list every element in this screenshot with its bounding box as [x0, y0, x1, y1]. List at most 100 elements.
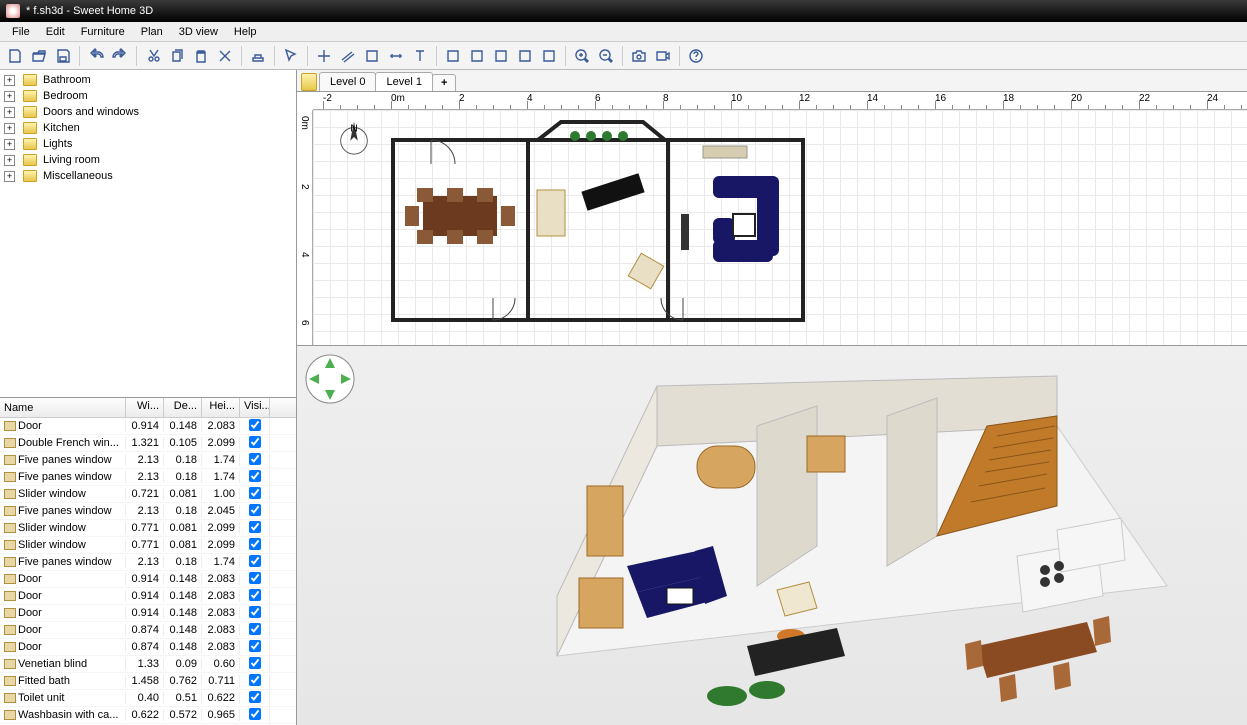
- table-row[interactable]: Fitted bath1.4580.7620.711: [0, 673, 296, 690]
- expand-icon[interactable]: +: [4, 107, 15, 118]
- col-visible[interactable]: Visi...: [240, 398, 270, 417]
- level-tab-1[interactable]: Level 1: [375, 72, 432, 91]
- copy-button[interactable]: [166, 45, 188, 67]
- cell-visible-checkbox[interactable]: [249, 453, 261, 465]
- table-row[interactable]: Slider window0.7710.0812.099: [0, 537, 296, 554]
- table-row[interactable]: Washbasin with ca...0.6220.5720.965: [0, 707, 296, 724]
- table-row[interactable]: Door0.8740.1482.083: [0, 622, 296, 639]
- photo-button[interactable]: [628, 45, 650, 67]
- menu-help[interactable]: Help: [226, 24, 265, 40]
- cell-visible-checkbox[interactable]: [249, 538, 261, 550]
- level-tab-0[interactable]: Level 0: [319, 72, 376, 91]
- paste-button[interactable]: [190, 45, 212, 67]
- cell-visible-checkbox[interactable]: [249, 708, 261, 720]
- cell-visible-checkbox[interactable]: [249, 606, 261, 618]
- catalog-living-room[interactable]: +Living room: [2, 152, 294, 168]
- view-3d[interactable]: [297, 346, 1247, 725]
- cell-visible-checkbox[interactable]: [249, 487, 261, 499]
- cell-visible-checkbox[interactable]: [249, 691, 261, 703]
- text-button[interactable]: [409, 45, 431, 67]
- cell-visible-checkbox[interactable]: [249, 572, 261, 584]
- dim-button[interactable]: [385, 45, 407, 67]
- table-row[interactable]: Door0.8740.1482.083: [0, 639, 296, 656]
- new-button[interactable]: [4, 45, 26, 67]
- cell-visible-checkbox[interactable]: [249, 504, 261, 516]
- col-name[interactable]: Name: [0, 398, 126, 417]
- cell-visible-checkbox[interactable]: [249, 674, 261, 686]
- catalog-doors-and-windows[interactable]: +Doors and windows: [2, 104, 294, 120]
- A4-button[interactable]: [514, 45, 536, 67]
- catalog-lights[interactable]: +Lights: [2, 136, 294, 152]
- expand-icon[interactable]: +: [4, 139, 15, 150]
- zoom-in-button[interactable]: [571, 45, 593, 67]
- wall-button[interactable]: [337, 45, 359, 67]
- A3-button[interactable]: [490, 45, 512, 67]
- folder-icon: [23, 122, 37, 134]
- video-button[interactable]: [652, 45, 674, 67]
- table-row[interactable]: Door0.9140.1482.083: [0, 605, 296, 622]
- menu-3d-view[interactable]: 3D view: [171, 24, 226, 40]
- table-row[interactable]: Venetian blind1.330.090.60: [0, 656, 296, 673]
- open-button[interactable]: [28, 45, 50, 67]
- pan-button[interactable]: [313, 45, 335, 67]
- zoom-out-button[interactable]: [595, 45, 617, 67]
- table-row[interactable]: Slider window0.7710.0812.099: [0, 520, 296, 537]
- catalog-bedroom[interactable]: +Bedroom: [2, 88, 294, 104]
- cell-visible-checkbox[interactable]: [249, 640, 261, 652]
- cell-height: 1.74: [202, 556, 240, 568]
- catalog-miscellaneous[interactable]: +Miscellaneous: [2, 168, 294, 184]
- table-row[interactable]: Door0.9140.1482.083: [0, 588, 296, 605]
- table-row[interactable]: Double French win...1.3210.1052.099: [0, 435, 296, 452]
- furniture-catalog-tree[interactable]: +Bathroom+Bedroom+Doors and windows+Kitc…: [0, 70, 296, 397]
- room-button[interactable]: [361, 45, 383, 67]
- menu-edit[interactable]: Edit: [38, 24, 73, 40]
- level-locked-icon[interactable]: [301, 73, 317, 91]
- table-row[interactable]: Toilet unit0.400.510.622: [0, 690, 296, 707]
- floor-plan-drawing[interactable]: [313, 110, 1233, 346]
- select-button[interactable]: [280, 45, 302, 67]
- cut-button[interactable]: [142, 45, 164, 67]
- table-row[interactable]: Door0.9140.1482.083: [0, 571, 296, 588]
- menu-file[interactable]: File: [4, 24, 38, 40]
- cell-visible-checkbox[interactable]: [249, 623, 261, 635]
- delete-button[interactable]: [214, 45, 236, 67]
- catalog-kitchen[interactable]: +Kitchen: [2, 120, 294, 136]
- furniture-list-table[interactable]: Name Wi... De... Hei... Visi... Door0.91…: [0, 397, 296, 725]
- redo-button[interactable]: [109, 45, 131, 67]
- add-level-button[interactable]: +: [432, 74, 456, 91]
- cell-visible-checkbox[interactable]: [249, 419, 261, 431]
- A1-button[interactable]: [442, 45, 464, 67]
- col-height[interactable]: Hei...: [202, 398, 240, 417]
- table-row[interactable]: Five panes window2.130.181.74: [0, 452, 296, 469]
- expand-icon[interactable]: +: [4, 123, 15, 134]
- cell-visible-checkbox[interactable]: [249, 436, 261, 448]
- col-width[interactable]: Wi...: [126, 398, 164, 417]
- catalog-bathroom[interactable]: +Bathroom: [2, 72, 294, 88]
- expand-icon[interactable]: +: [4, 171, 15, 182]
- menu-furniture[interactable]: Furniture: [73, 24, 133, 40]
- col-depth[interactable]: De...: [164, 398, 202, 417]
- cell-height: 2.083: [202, 590, 240, 602]
- help-button[interactable]: [685, 45, 707, 67]
- cell-visible-checkbox[interactable]: [249, 657, 261, 669]
- menu-plan[interactable]: Plan: [133, 24, 171, 40]
- table-row[interactable]: Five panes window2.130.182.045: [0, 503, 296, 520]
- expand-icon[interactable]: +: [4, 75, 15, 86]
- plan-2d-view[interactable]: -20m24681012141618202224 0m246 N: [297, 92, 1247, 346]
- bold-button[interactable]: [538, 45, 560, 67]
- table-row[interactable]: Five panes window2.130.181.74: [0, 469, 296, 486]
- table-row[interactable]: Slider window0.7210.0811.00: [0, 486, 296, 503]
- cell-visible-checkbox[interactable]: [249, 521, 261, 533]
- cell-visible-checkbox[interactable]: [249, 470, 261, 482]
- cell-visible-checkbox[interactable]: [249, 555, 261, 567]
- undo-button[interactable]: [85, 45, 107, 67]
- cell-width: 0.914: [126, 420, 164, 432]
- table-row[interactable]: Five panes window2.130.181.74: [0, 554, 296, 571]
- expand-icon[interactable]: +: [4, 155, 15, 166]
- table-row[interactable]: Door0.9140.1482.083: [0, 418, 296, 435]
- cell-visible-checkbox[interactable]: [249, 589, 261, 601]
- expand-icon[interactable]: +: [4, 91, 15, 102]
- save-button[interactable]: [52, 45, 74, 67]
- add-furn-button[interactable]: [247, 45, 269, 67]
- A2-button[interactable]: [466, 45, 488, 67]
